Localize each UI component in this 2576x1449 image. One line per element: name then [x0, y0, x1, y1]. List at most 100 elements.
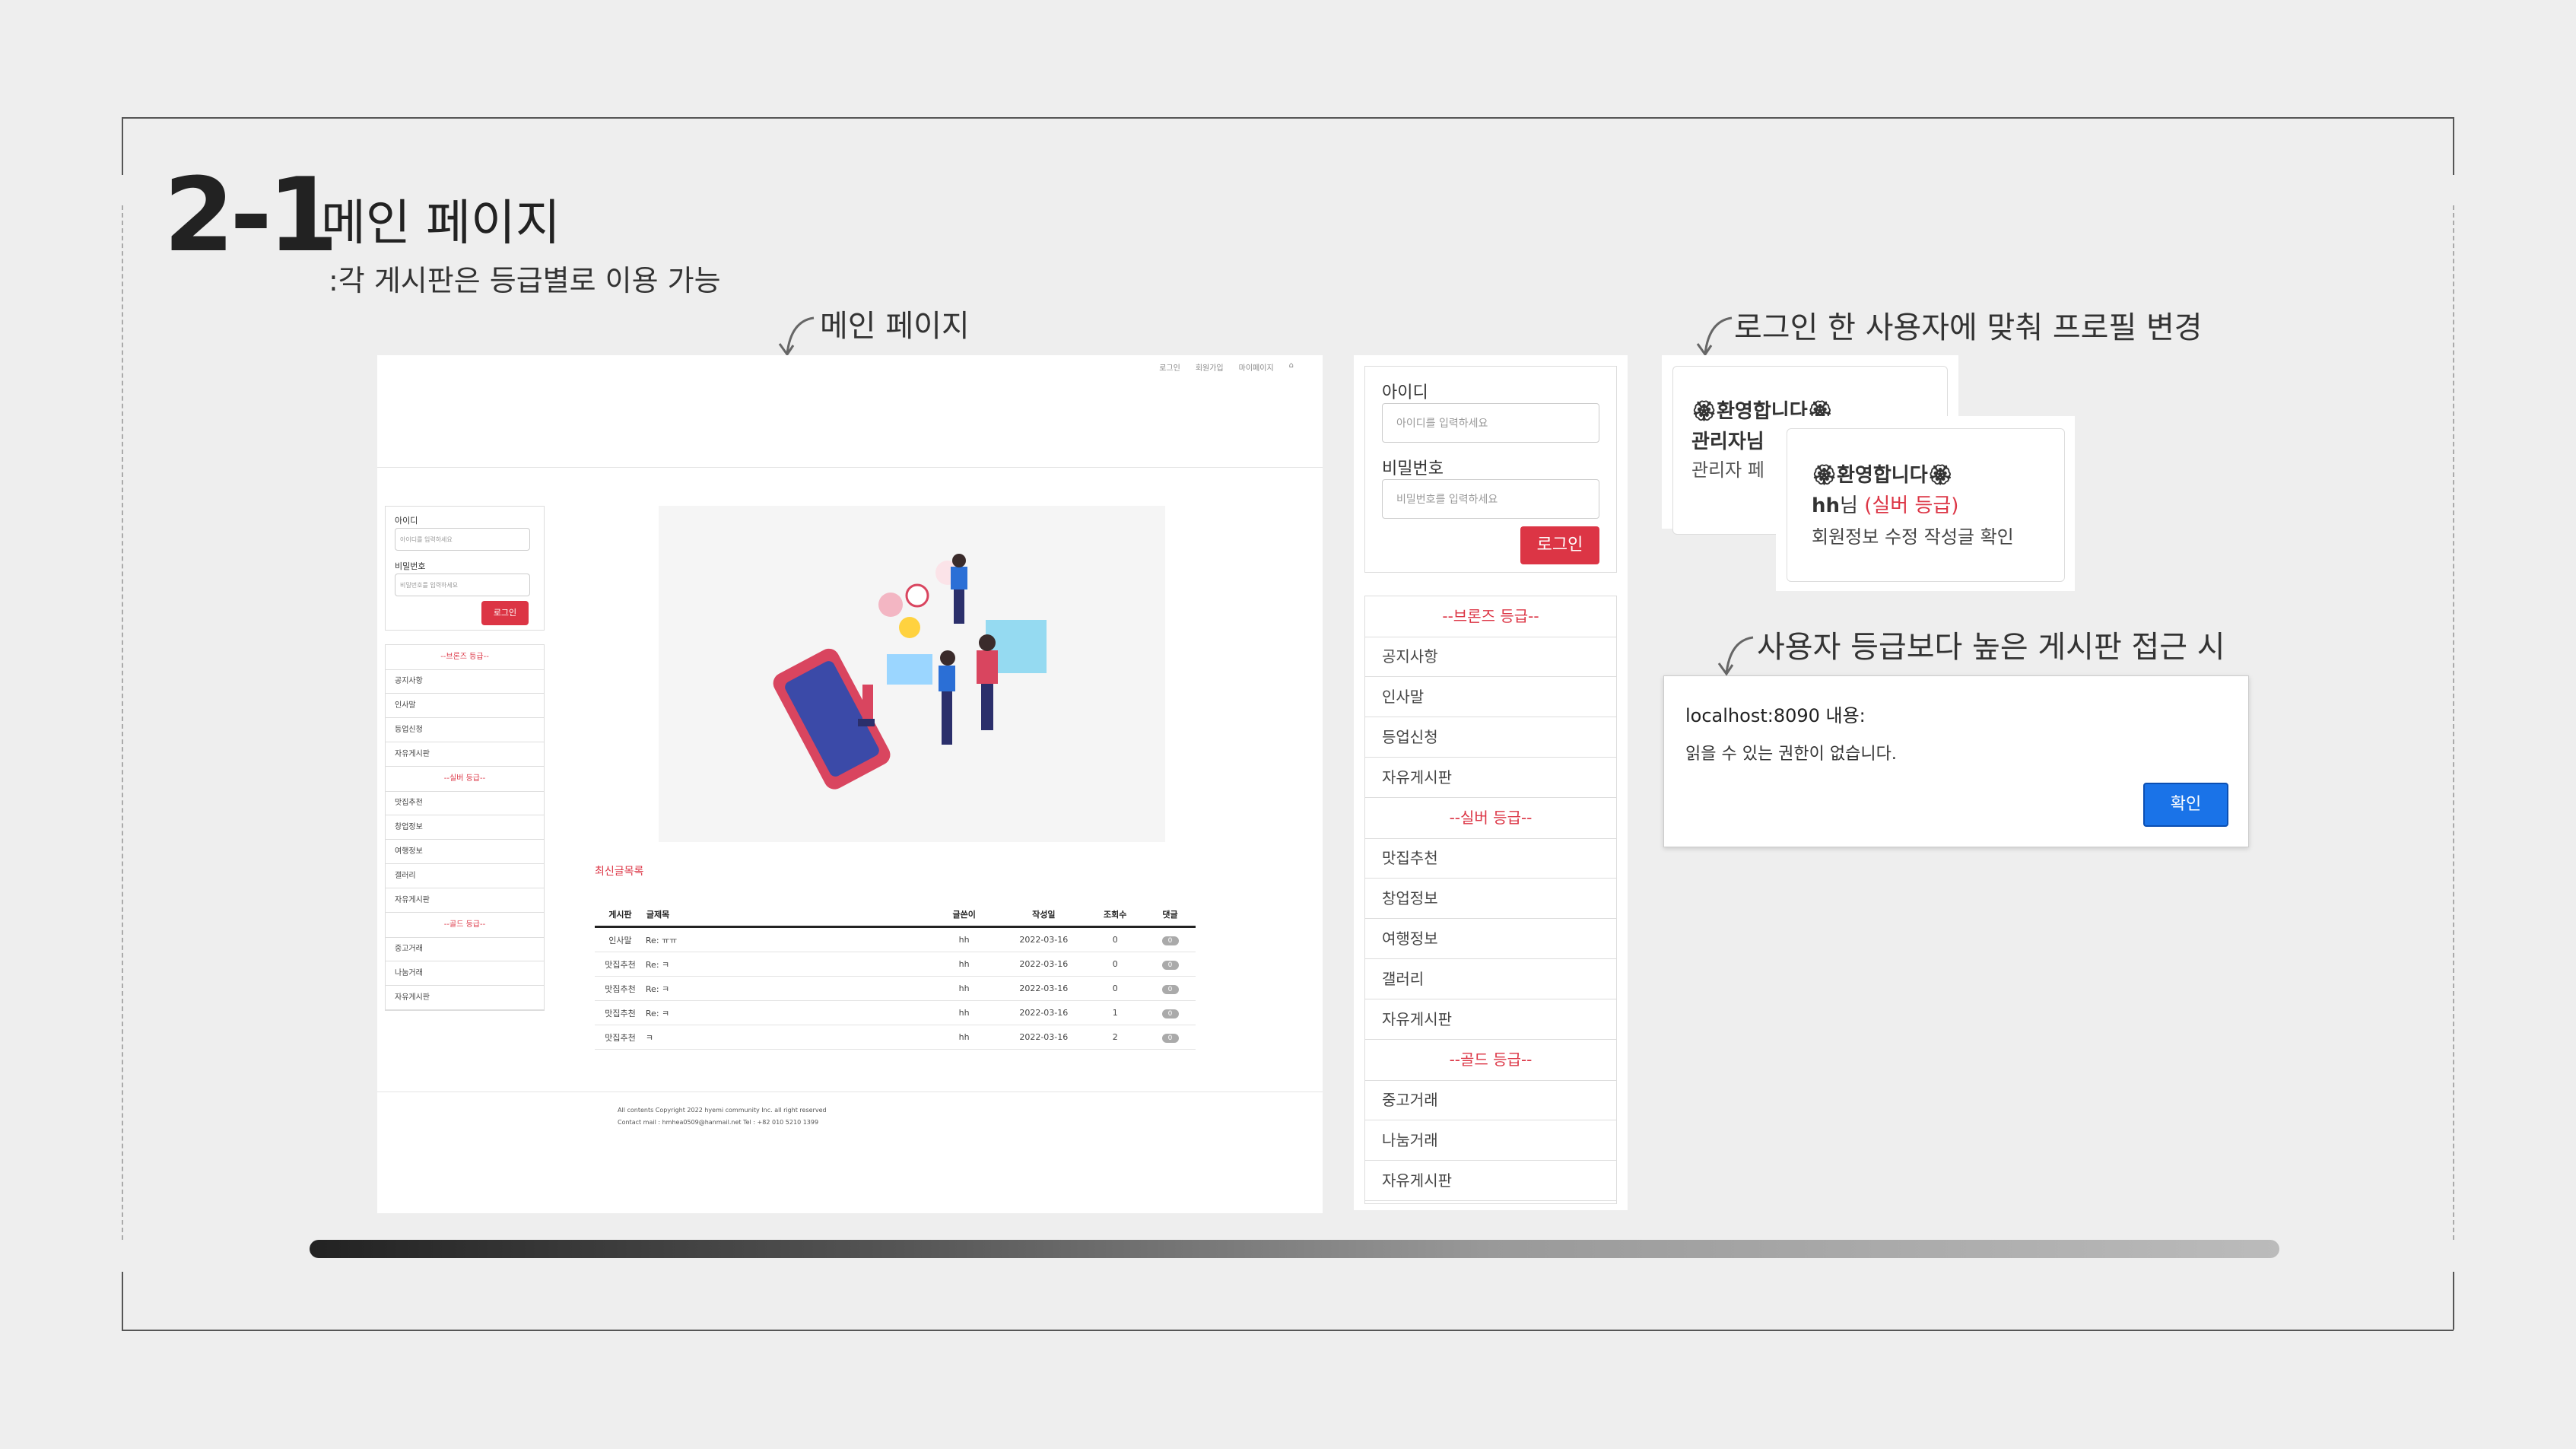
comment-count-badge: 0 — [1161, 1009, 1179, 1018]
table-cell: 0 — [1145, 1000, 1196, 1025]
mini-menu-item[interactable]: 나눔거래 — [386, 961, 544, 986]
arrow-icon — [1717, 636, 1754, 676]
mini-menu-item[interactable]: 중고거래 — [386, 937, 544, 961]
footer-contact: Contact mail : hmhea0509@hanmail.net Tel… — [618, 1119, 819, 1126]
table-header-cell: 댓글 — [1145, 903, 1196, 928]
zoom-menu-item[interactable]: 등업신청 — [1365, 717, 1616, 758]
table-cell: 0 — [1085, 952, 1145, 977]
mini-menu-item[interactable]: 공지사항 — [386, 669, 544, 694]
zoom-menu-item[interactable]: 갤러리 — [1365, 959, 1616, 999]
nav-signup-link[interactable]: 회원가입 — [1196, 361, 1224, 373]
frame-corner — [2453, 117, 2454, 175]
post-title-link[interactable]: Re: ㅋ — [645, 976, 926, 1001]
table-row[interactable]: 맛집추천 ㅋ hh 2022-03-16 2 0 — [595, 1025, 1196, 1050]
alert-dialog: localhost:8090 내용: 읽을 수 있는 권한이 없습니다. 확인 — [1663, 675, 2249, 847]
table-row[interactable]: 맛집추천 Re: ㅋ hh 2022-03-16 0 0 — [595, 976, 1196, 1001]
table-header-cell: 작성일 — [1002, 903, 1086, 928]
caption-profile-change: 로그인 한 사용자에 맞춰 프로필 변경 — [1734, 310, 2203, 345]
post-title-link[interactable]: ㅋ — [645, 1025, 926, 1050]
zoom-menu-item[interactable]: 자유게시판 — [1365, 758, 1616, 798]
table-row[interactable]: 맛집추천 Re: ㅋ hh 2022-03-16 1 0 — [595, 1000, 1196, 1025]
table-cell: 맛집추천 — [595, 1000, 646, 1025]
arrow-icon — [778, 316, 815, 357]
welcome-user-wrapper: 🏵환영합니다🏵 hh님 (실버 등급) 회원정보 수정 작성글 확인 — [1776, 416, 2075, 591]
frame-top-line — [122, 117, 2454, 119]
mini-menu-item[interactable]: 창업정보 — [386, 815, 544, 840]
footer-copyright: All contents Copyright 2022 hyemi commun… — [618, 1107, 827, 1114]
frame-corner — [122, 117, 123, 175]
login-button[interactable]: 로그인 — [481, 601, 529, 625]
welcome-user-greeting: 🏵환영합니다🏵 — [1812, 464, 1953, 487]
table-header-cell: 조회수 — [1085, 903, 1145, 928]
caption-access-denied: 사용자 등급보다 높은 게시판 접근 시 — [1757, 630, 2225, 665]
zoom-menu-header-silver: --실버 등급-- — [1365, 798, 1616, 839]
frame-dashed-left — [122, 205, 123, 1240]
frame-corner — [122, 1272, 123, 1330]
zoom-menu-item[interactable]: 자유게시판 — [1365, 999, 1616, 1040]
mini-menu-item[interactable]: 자유게시판 — [386, 742, 544, 767]
mini-menu-item[interactable]: 인사말 — [386, 694, 544, 718]
table-header-cell: 글제목 — [645, 903, 926, 928]
post-title-link[interactable]: Re: ㅠㅠ — [645, 926, 926, 952]
id-input[interactable]: 아이디를 입력하세요 — [395, 528, 530, 551]
zoom-id-input[interactable]: 아이디를 입력하세요 — [1382, 403, 1599, 443]
post-title-link[interactable]: Re: ㅋ — [645, 1000, 926, 1025]
mini-menu-item[interactable]: 갤러리 — [386, 864, 544, 888]
welcome-admin-links[interactable]: 관리자 페 — [1691, 455, 1764, 481]
zoom-menu-item[interactable]: 공지사항 — [1365, 637, 1616, 677]
alert-confirm-button[interactable]: 확인 — [2143, 783, 2228, 827]
table-cell: 0 — [1145, 1025, 1196, 1050]
zoom-menu-item[interactable]: 창업정보 — [1365, 879, 1616, 919]
post-title-link[interactable]: Re: ㅋ — [645, 952, 926, 977]
welcome-user-card: 🏵환영합니다🏵 hh님 (실버 등급) 회원정보 수정 작성글 확인 — [1787, 428, 2065, 582]
nav-login-link[interactable]: 로그인 — [1159, 361, 1180, 373]
zoom-menu-item[interactable]: 맛집추천 — [1365, 838, 1616, 879]
mini-menu-item[interactable]: 자유게시판 — [386, 986, 544, 1010]
frame-corner — [2453, 1272, 2454, 1330]
arrow-icon — [1696, 316, 1733, 357]
welcome-user-links[interactable]: 회원정보 수정 작성글 확인 — [1812, 522, 2014, 548]
home-icon[interactable]: ⌂ — [1289, 361, 1294, 373]
mini-menu-item[interactable]: 여행정보 — [386, 840, 544, 864]
table-cell: 2022-03-16 — [1002, 926, 1086, 952]
caption-main-page: 메인 페이지 — [820, 309, 970, 344]
table-header-cell: 게시판 — [595, 903, 646, 928]
section-subtitle: :각 게시판은 등급별로 이용 가능 — [329, 264, 721, 297]
frame-bottom-line — [122, 1330, 2454, 1331]
comment-count-badge: 0 — [1161, 984, 1179, 994]
mini-menu-header-bronze: --브론즈 등급-- — [386, 645, 544, 670]
zoom-menu-item[interactable]: 여행정보 — [1365, 919, 1616, 959]
zoom-menu-header-gold: --골드 등급-- — [1365, 1040, 1616, 1081]
mini-menu-item[interactable]: 맛집추천 — [386, 791, 544, 815]
mini-menu-item[interactable]: 자유게시판 — [386, 888, 544, 913]
comment-count-badge: 0 — [1161, 936, 1179, 945]
table-cell: 맛집추천 — [595, 976, 646, 1001]
table-cell: 인사말 — [595, 926, 646, 952]
zoom-menu-item[interactable]: 인사말 — [1365, 677, 1616, 717]
table-cell: 0 — [1145, 976, 1196, 1001]
alert-message: 읽을 수 있는 권한이 없습니다. — [1685, 745, 1897, 764]
zoomed-board-menu: --브론즈 등급-- 공지사항 인사말 등업신청 자유게시판 --실버 등급-- 맛집추천 창… — [1364, 596, 1617, 1204]
table-row[interactable]: 인사말 Re: ㅠㅠ hh 2022-03-16 0 0 — [595, 926, 1196, 952]
mini-menu-header-silver: --실버 등급-- — [386, 767, 544, 792]
hero-illustration — [659, 506, 1165, 842]
welcome-user-grade: (실버 등급) — [1864, 494, 1959, 517]
table-cell: hh — [926, 926, 1002, 952]
table-row[interactable]: 맛집추천 Re: ㅋ hh 2022-03-16 0 0 — [595, 952, 1196, 977]
mini-menu-item[interactable]: 등업신청 — [386, 718, 544, 742]
table-cell: 2 — [1085, 1025, 1145, 1050]
top-nav: 로그인 회원가입 마이페이지 ⌂ — [1159, 361, 1294, 373]
zoom-menu-item[interactable]: 나눔거래 — [1365, 1120, 1616, 1161]
zoom-login-button[interactable]: 로그인 — [1520, 526, 1599, 564]
pw-input[interactable]: 비밀번호를 입력하세요 — [395, 574, 530, 596]
section-number: 2-1 — [164, 156, 338, 275]
table-cell: 2022-03-16 — [1002, 976, 1086, 1001]
zoom-menu-item[interactable]: 자유게시판 — [1365, 1161, 1616, 1201]
nav-mypage-link[interactable]: 마이페이지 — [1239, 361, 1274, 373]
table-cell: 2022-03-16 — [1002, 1000, 1086, 1025]
table-cell: hh — [926, 952, 1002, 977]
zoom-pw-input[interactable]: 비밀번호를 입력하세요 — [1382, 479, 1599, 519]
zoom-menu-item[interactable]: 중고거래 — [1365, 1080, 1616, 1120]
welcome-user-line: hh님 (실버 등급) — [1812, 490, 1958, 518]
welcome-user-name: hh — [1812, 494, 1841, 517]
